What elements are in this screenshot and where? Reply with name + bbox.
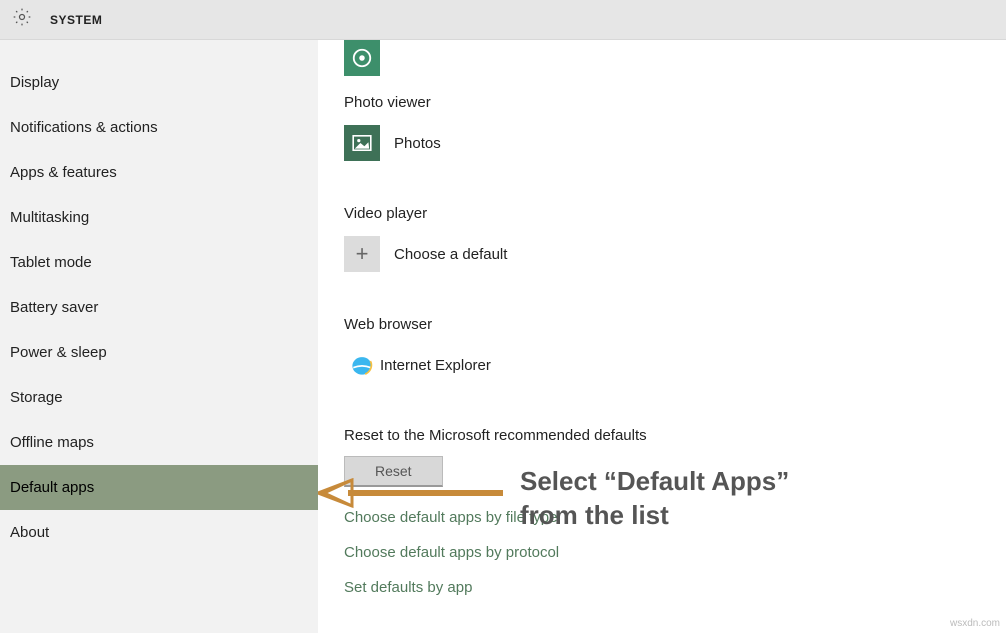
app-label: Choose a default [394, 246, 507, 263]
section-title: Photo viewer [344, 94, 1006, 111]
photo-viewer-section: Photo viewer Photos [344, 94, 1006, 161]
web-browser-section: Web browser Internet Explorer [344, 316, 1006, 383]
link-by-app[interactable]: Set defaults by app [344, 579, 1006, 596]
header-title: SYSTEM [50, 13, 102, 27]
gear-icon [12, 7, 32, 32]
sidebar: Display Notifications & actions Apps & f… [0, 40, 318, 633]
groove-music-icon [344, 40, 380, 76]
video-player-selector[interactable]: + Choose a default [344, 236, 1006, 272]
web-browser-selector[interactable]: Internet Explorer [344, 347, 1006, 383]
sidebar-item-storage[interactable]: Storage [0, 375, 318, 420]
app-label: Photos [394, 135, 441, 152]
annotation-text: Select “Default Apps” from the list [520, 465, 789, 533]
sidebar-item-battery-saver[interactable]: Battery saver [0, 285, 318, 330]
header: SYSTEM [0, 0, 1006, 40]
sidebar-item-power-sleep[interactable]: Power & sleep [0, 330, 318, 375]
sidebar-item-tablet-mode[interactable]: Tablet mode [0, 240, 318, 285]
sidebar-item-apps-features[interactable]: Apps & features [0, 150, 318, 195]
section-title: Video player [344, 205, 1006, 222]
sidebar-item-default-apps[interactable]: Default apps [0, 465, 318, 510]
photos-icon [344, 125, 380, 161]
sidebar-item-notifications[interactable]: Notifications & actions [0, 105, 318, 150]
reset-description: Reset to the Microsoft recommended defau… [344, 427, 1006, 444]
annotation-line1: Select “Default Apps” [520, 465, 789, 499]
music-player-selector[interactable] [344, 40, 1006, 76]
content: Photo viewer Photos Video player + Choos… [318, 40, 1006, 633]
link-by-protocol[interactable]: Choose default apps by protocol [344, 544, 1006, 561]
photo-viewer-selector[interactable]: Photos [344, 125, 1006, 161]
sidebar-item-display[interactable]: Display [0, 60, 318, 105]
internet-explorer-icon [344, 347, 380, 383]
plus-icon: + [344, 236, 380, 272]
sidebar-item-about[interactable]: About [0, 510, 318, 555]
reset-button[interactable]: Reset [344, 456, 443, 487]
video-player-section: Video player + Choose a default [344, 205, 1006, 272]
sidebar-item-multitasking[interactable]: Multitasking [0, 195, 318, 240]
sidebar-item-offline-maps[interactable]: Offline maps [0, 420, 318, 465]
section-title: Web browser [344, 316, 1006, 333]
app-label: Internet Explorer [380, 357, 491, 374]
watermark: wsxdn.com [950, 618, 1000, 629]
annotation-line2: from the list [520, 499, 789, 533]
